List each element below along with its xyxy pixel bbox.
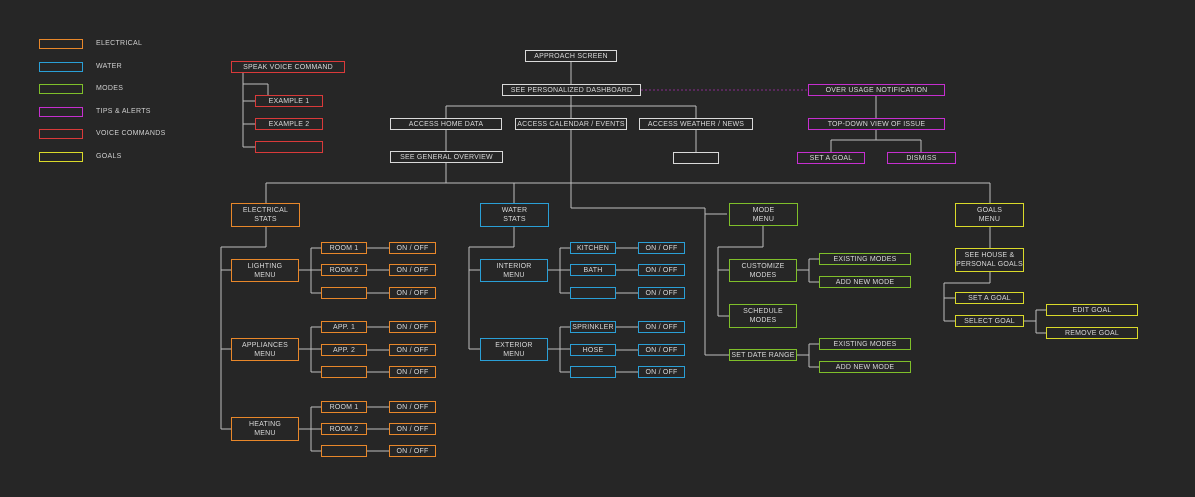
customize-modes-node: CUSTOMIZE MODES (729, 259, 797, 282)
example-2-node: EXAMPLE 2 (255, 118, 323, 130)
add-new-mode-node: ADD NEW MODE (819, 276, 911, 288)
exterior-3-node (570, 366, 616, 378)
on-off-toggle-node: ON / OFF (638, 344, 685, 356)
heating-room-1-node: ROOM 1 (321, 401, 367, 413)
over-usage-notification-node: OVER USAGE NOTIFICATION (808, 84, 945, 96)
access-home-data-node: ACCESS HOME DATA (390, 118, 502, 130)
on-off-toggle-node: ON / OFF (389, 242, 436, 254)
kitchen-node: KITCHEN (570, 242, 616, 254)
edit-goal-node: EDIT GOAL (1046, 304, 1138, 316)
mode-menu-node: MODE MENU (729, 203, 798, 226)
on-off-toggle-node: ON / OFF (638, 242, 685, 254)
on-off-toggle-node: ON / OFF (638, 321, 685, 333)
appliance-3-node (321, 366, 367, 378)
lighting-room-3-node (321, 287, 367, 299)
appliance-2-node: APP. 2 (321, 344, 367, 356)
water-stats-node: WATER STATS (480, 203, 549, 227)
legend-label-electrical: ELECTRICAL (96, 40, 143, 47)
on-off-toggle-node: ON / OFF (389, 321, 436, 333)
legend-label-modes: MODES (96, 85, 124, 92)
add-new-mode-node: ADD NEW MODE (819, 361, 911, 373)
on-off-toggle-node: ON / OFF (389, 264, 436, 276)
legend-swatch-electrical (39, 39, 83, 49)
interior-menu-node: INTERIOR MENU (480, 259, 548, 282)
heating-menu-node: HEATING MENU (231, 417, 299, 441)
legend-swatch-modes (39, 84, 83, 94)
on-off-toggle-node: ON / OFF (389, 445, 436, 457)
speak-voice-command-node: SPEAK VOICE COMMAND (231, 61, 345, 73)
alert-set-goal-node: SET A GOAL (797, 152, 865, 164)
legend-swatch-voice (39, 129, 83, 139)
goals-menu-node: GOALS MENU (955, 203, 1024, 227)
legend-label-tips: TIPS & ALERTS (96, 108, 151, 115)
interior-3-node (570, 287, 616, 299)
existing-modes-node: EXISTING MODES (819, 253, 911, 265)
example-1-node: EXAMPLE 1 (255, 95, 323, 107)
dashboard-node: SEE PERSONALIZED DASHBOARD (502, 84, 641, 96)
see-house-goals-node: SEE HOUSE & PERSONAL GOALS (955, 248, 1024, 272)
approach-screen-node: APPROACH SCREEN (525, 50, 617, 62)
sprinkler-node: SPRINKLER (570, 321, 616, 333)
schedule-modes-node: SCHEDULE MODES (729, 304, 797, 328)
on-off-toggle-node: ON / OFF (389, 423, 436, 435)
lighting-room-1-node: ROOM 1 (321, 242, 367, 254)
set-date-range-node: SET DATE RANGE (729, 349, 797, 361)
on-off-toggle-node: ON / OFF (389, 344, 436, 356)
on-off-toggle-node: ON / OFF (638, 287, 685, 299)
lighting-menu-node: LIGHTING MENU (231, 259, 299, 282)
hose-node: HOSE (570, 344, 616, 356)
on-off-toggle-node: ON / OFF (389, 366, 436, 378)
on-off-toggle-node: ON / OFF (389, 401, 436, 413)
heating-room-2-node: ROOM 2 (321, 423, 367, 435)
set-a-goal-node: SET A GOAL (955, 292, 1024, 304)
on-off-toggle-node: ON / OFF (389, 287, 436, 299)
legend-swatch-water (39, 62, 83, 72)
legend-label-goals: GOALS (96, 153, 122, 160)
access-weather-node: ACCESS WEATHER / NEWS (639, 118, 753, 130)
example-3-node (255, 141, 323, 153)
access-calendar-node: ACCESS CALENDAR / EVENTS (515, 118, 627, 130)
legend-label-water: WATER (96, 63, 122, 70)
general-overview-node: SEE GENERAL OVERVIEW (390, 151, 503, 163)
existing-modes-node: EXISTING MODES (819, 338, 911, 350)
appliances-menu-node: APPLIANCES MENU (231, 338, 299, 361)
top-down-view-node: TOP-DOWN VIEW OF ISSUE (808, 118, 945, 130)
legend-swatch-tips (39, 107, 83, 117)
bath-node: BATH (570, 264, 616, 276)
dismiss-node: DISMISS (887, 152, 956, 164)
select-goal-node: SELECT GOAL (955, 315, 1024, 327)
exterior-menu-node: EXTERIOR MENU (480, 338, 548, 361)
appliance-1-node: APP. 1 (321, 321, 367, 333)
legend-label-voice: VOICE COMMANDS (96, 130, 166, 137)
heating-room-3-node (321, 445, 367, 457)
on-off-toggle-node: ON / OFF (638, 264, 685, 276)
weather-empty-node (673, 152, 719, 164)
lighting-room-2-node: ROOM 2 (321, 264, 367, 276)
legend-swatch-goals (39, 152, 83, 162)
on-off-toggle-node: ON / OFF (638, 366, 685, 378)
remove-goal-node: REMOVE GOAL (1046, 327, 1138, 339)
electrical-stats-node: ELECTRICAL STATS (231, 203, 300, 227)
